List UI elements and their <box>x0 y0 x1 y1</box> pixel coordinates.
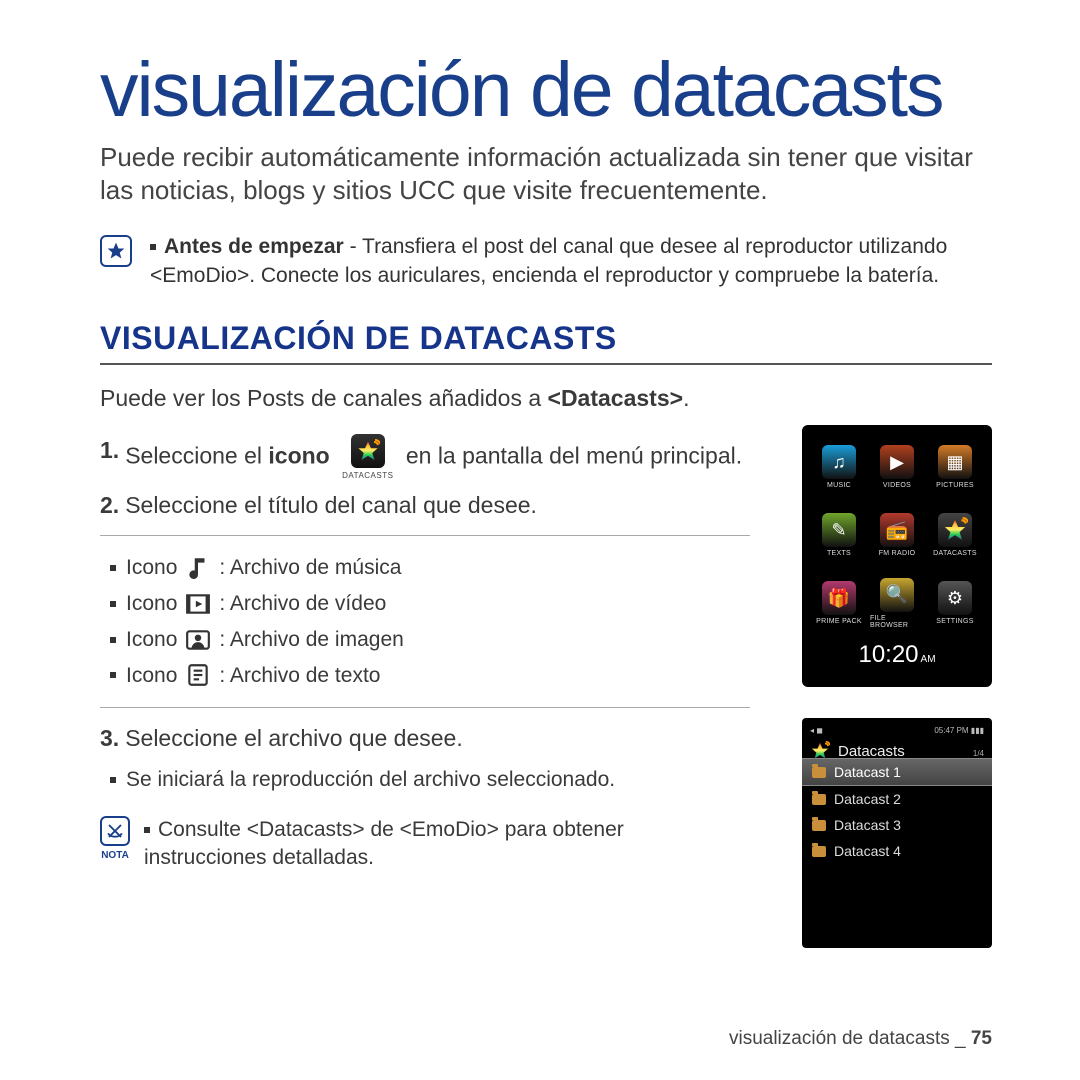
status-left: ◂ ◼ <box>810 726 823 735</box>
device-clock: 10:20AM <box>812 641 982 669</box>
note-icon <box>100 816 130 846</box>
divider <box>100 535 750 536</box>
app-music: ♫MUSIC <box>812 435 866 499</box>
app-fm-radio: 📻FM RADIO <box>870 503 924 567</box>
datacasts-star-icon <box>810 741 830 761</box>
app-pictures: ▦PICTURES <box>928 435 982 499</box>
divider <box>100 707 750 708</box>
text-file-icon <box>185 664 211 686</box>
step-2: 2. Seleccione el título del canal que de… <box>100 489 750 521</box>
tip-bold: Antes de empezar <box>164 235 344 258</box>
app-texts: ✎TEXTS <box>812 503 866 567</box>
datacasts-icon: DATACASTS <box>342 434 393 481</box>
step-3: 3. Seleccione el archivo que desee. <box>100 722 750 754</box>
app-settings: ⚙SETTINGS <box>928 571 982 635</box>
intro-text: Puede recibir automáticamente informació… <box>100 141 992 208</box>
icon-legend: Icono : Archivo de música Icono : Archiv… <box>100 550 750 693</box>
page-title: visualización de datacasts <box>100 50 992 131</box>
section-rule <box>100 363 992 365</box>
page-footer: visualización de datacasts _ 75 <box>729 1028 992 1050</box>
step-3-sub: Se iniciará la reproducción del archivo … <box>110 762 750 798</box>
film-icon <box>185 593 211 615</box>
subheading: Puede ver los Posts de canales añadidos … <box>100 383 750 414</box>
device2-title: Datacasts <box>838 743 905 760</box>
music-note-icon <box>185 557 211 579</box>
tip-box: Antes de empezar - Transfiera el post de… <box>100 233 992 290</box>
datacast-item: Datacast 2 <box>802 786 992 812</box>
image-icon <box>185 629 211 651</box>
status-right: 05:47 PM ▮▮▮ <box>934 726 984 735</box>
device-datacast-list: ◂ ◼ 05:47 PM ▮▮▮ Datacasts 1/4 Datacast … <box>802 718 992 948</box>
app-prime-pack: 🎁PRIME PACK <box>812 571 866 635</box>
app-datacasts: DATACASTS <box>928 503 982 567</box>
note-caption: NOTA <box>100 850 130 861</box>
device-main-menu: ♫MUSIC▶VIDEOS▦PICTURES ✎TEXTS📻FM RADIODAT… <box>802 425 992 687</box>
step-1: 1. Seleccione el icono DATACASTS en la p… <box>100 434 750 481</box>
app-videos: ▶VIDEOS <box>870 435 924 499</box>
note-text: Consulte <Datacasts> de <EmoDio> para ob… <box>144 816 750 873</box>
datacast-item: Datacast 3 <box>802 812 992 838</box>
section-heading: VISUALIZACIÓN DE DATACASTS <box>100 320 992 357</box>
datacast-item: Datacast 4 <box>802 838 992 864</box>
datacast-item: Datacast 1 <box>802 758 992 786</box>
star-icon <box>100 235 132 267</box>
app-file-browser: 🔍FILE BROWSER <box>870 571 924 635</box>
